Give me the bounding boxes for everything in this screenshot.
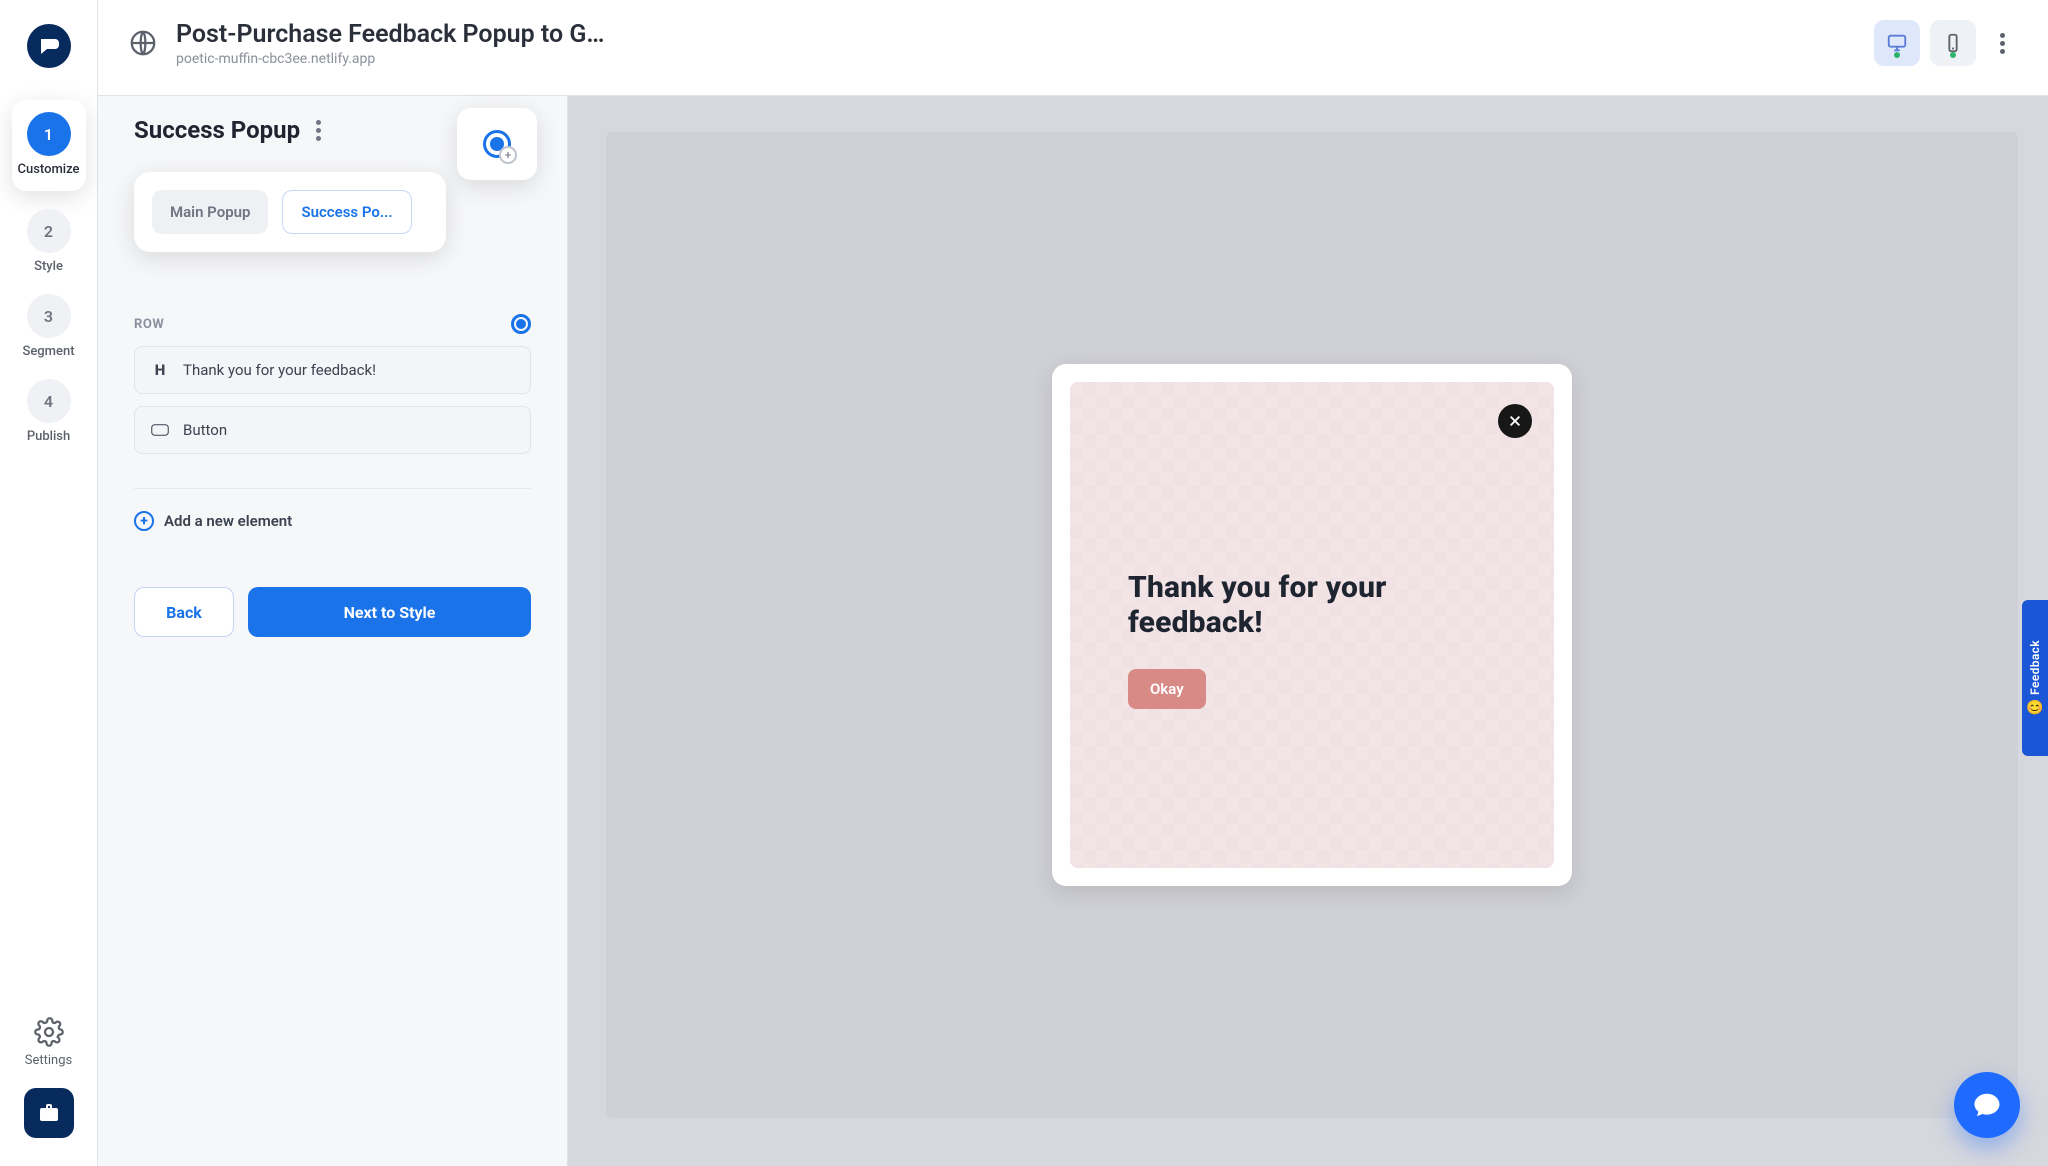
status-dot bbox=[1894, 52, 1900, 58]
preview-stage: Thank you for your feedback! Okay bbox=[606, 132, 2018, 1118]
status-dot bbox=[1950, 52, 1956, 58]
top-header: Post-Purchase Feedback Popup to G... poe… bbox=[98, 0, 2048, 96]
element-heading[interactable]: H Thank you for your feedback! bbox=[134, 346, 531, 394]
heading-icon: H bbox=[151, 361, 169, 379]
step-card-active[interactable]: 1 Customize bbox=[12, 100, 86, 191]
left-rail: 1 Customize 2 Style 3 Segment 4 Publish … bbox=[0, 0, 98, 1166]
chat-icon bbox=[1972, 1090, 2002, 1120]
step-publish[interactable]: 4 Publish bbox=[27, 379, 71, 444]
target-icon: + bbox=[483, 130, 511, 158]
add-element-label: Add a new element bbox=[164, 512, 292, 530]
gear-icon bbox=[34, 1017, 64, 1047]
settings-button[interactable]: Settings bbox=[25, 1017, 72, 1068]
editor-panel: Success Popup + Main Popup Success Po...… bbox=[98, 96, 568, 1166]
next-button[interactable]: Next to Style bbox=[248, 587, 531, 637]
step-3-dot: 3 bbox=[27, 294, 71, 338]
header-kebab[interactable] bbox=[1986, 23, 2018, 64]
step-style[interactable]: 2 Style bbox=[27, 209, 71, 274]
section-kebab[interactable] bbox=[316, 120, 321, 141]
briefcase-button[interactable] bbox=[24, 1088, 74, 1138]
page-subtitle: poetic-muffin-cbc3ee.netlify.app bbox=[176, 51, 606, 67]
popup-close-button[interactable] bbox=[1498, 404, 1532, 438]
step-2-label: Style bbox=[34, 259, 63, 274]
popup-tabs: Main Popup Success Po... bbox=[134, 172, 446, 252]
step-4-label: Publish bbox=[27, 429, 70, 444]
tab-success-popup[interactable]: Success Po... bbox=[282, 190, 411, 234]
close-icon bbox=[1508, 414, 1522, 428]
briefcase-icon bbox=[37, 1101, 61, 1125]
chat-fab[interactable] bbox=[1954, 1072, 2020, 1138]
popup-okay-button[interactable]: Okay bbox=[1128, 669, 1206, 709]
element-button[interactable]: Button bbox=[134, 406, 531, 454]
add-element-link[interactable]: + Add a new element bbox=[134, 511, 531, 531]
step-2-dot: 2 bbox=[27, 209, 71, 253]
desktop-preview-button[interactable] bbox=[1874, 20, 1920, 66]
globe-icon[interactable] bbox=[128, 28, 158, 58]
back-button[interactable]: Back bbox=[134, 587, 234, 637]
step-3-label: Segment bbox=[22, 344, 74, 359]
emoji-icon: 😊 bbox=[2026, 700, 2043, 716]
row-header: ROW bbox=[134, 314, 531, 334]
plus-mini-icon: + bbox=[499, 146, 517, 164]
plus-icon: + bbox=[134, 511, 154, 531]
section-title: Success Popup bbox=[134, 116, 300, 144]
element-heading-label: Thank you for your feedback! bbox=[183, 361, 376, 379]
tab-main-popup[interactable]: Main Popup bbox=[152, 190, 268, 234]
monitor-icon bbox=[1886, 32, 1908, 54]
divider bbox=[134, 488, 531, 489]
row-label-text: ROW bbox=[134, 317, 164, 332]
feedback-rail-label: Feedback bbox=[2028, 640, 2042, 695]
app-logo[interactable] bbox=[27, 24, 71, 68]
row-target-icon[interactable] bbox=[511, 314, 531, 334]
phone-icon bbox=[1942, 32, 1964, 54]
element-button-label: Button bbox=[183, 421, 227, 439]
add-popup-card[interactable]: + bbox=[457, 108, 537, 180]
mobile-preview-button[interactable] bbox=[1930, 20, 1976, 66]
button-icon bbox=[151, 423, 169, 437]
canvas: Thank you for your feedback! Okay Feedba… bbox=[568, 96, 2048, 1166]
popup-heading[interactable]: Thank you for your feedback! bbox=[1128, 570, 1496, 641]
step-1-label: Customize bbox=[18, 162, 80, 177]
popup-preview[interactable]: Thank you for your feedback! Okay bbox=[1052, 364, 1572, 886]
page-title: Post-Purchase Feedback Popup to G... bbox=[176, 20, 606, 49]
feedback-rail[interactable]: Feedback 😊 bbox=[2022, 600, 2048, 756]
step-segment[interactable]: 3 Segment bbox=[22, 294, 74, 359]
step-1-dot: 1 bbox=[27, 112, 71, 156]
step-4-dot: 4 bbox=[27, 379, 71, 423]
settings-label: Settings bbox=[25, 1053, 72, 1068]
